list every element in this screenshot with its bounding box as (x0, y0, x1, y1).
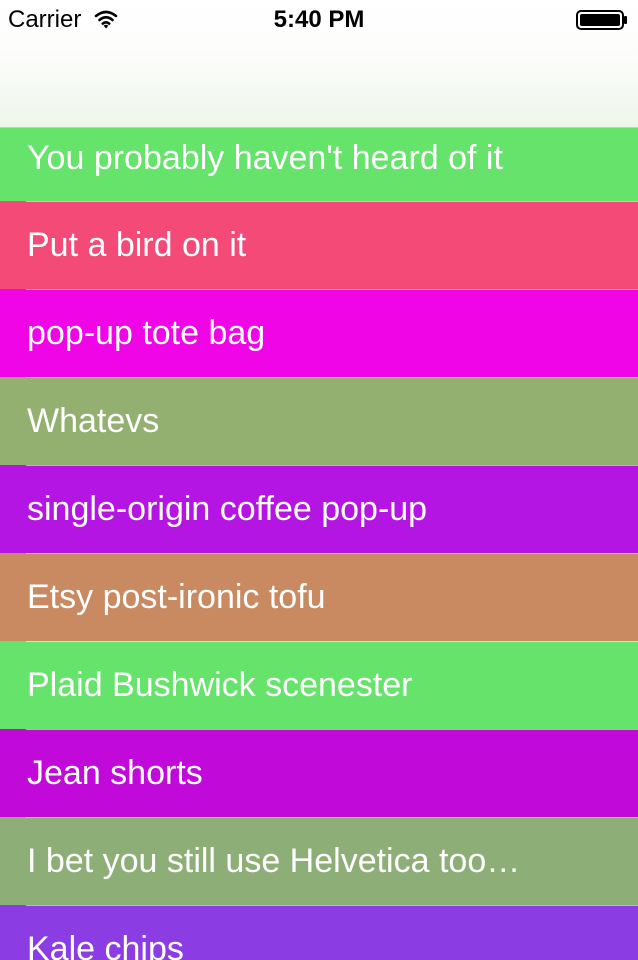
list-item-label: Jean shorts (27, 754, 203, 792)
status-bar: Carrier 5:40 PM (0, 0, 638, 40)
list-item[interactable]: pop-up tote bag (0, 289, 638, 377)
list-item-label: Kale chips (27, 930, 184, 960)
list-item-label: Whatevs (27, 402, 160, 440)
list-item-label: I bet you still use Helvetica too… (27, 842, 521, 880)
list-item-label: single-origin coffee pop-up (27, 490, 428, 528)
list-item[interactable]: Whatevs (0, 377, 638, 465)
table-list[interactable]: You probably haven't heard of it Put a bi… (0, 128, 638, 960)
list-item[interactable]: You probably haven't heard of it (0, 128, 638, 201)
list-item[interactable]: Etsy post-ironic tofu (0, 553, 638, 641)
list-item-label: Etsy post-ironic tofu (27, 578, 326, 616)
battery-icon (576, 10, 627, 30)
list-item[interactable]: Plaid Bushwick scenester (0, 641, 638, 729)
list-item[interactable]: Jean shorts (0, 729, 638, 817)
list-item[interactable]: Kale chips (0, 905, 638, 960)
list-item-label: Plaid Bushwick scenester (27, 666, 413, 704)
list-item-label: pop-up tote bag (27, 314, 266, 352)
list-item-label: You probably haven't heard of it (27, 139, 503, 177)
clock: 5:40 PM (273, 6, 365, 33)
list-item[interactable]: single-origin coffee pop-up (0, 465, 638, 553)
list-item-label: Put a bird on it (27, 226, 247, 264)
screen: Carrier 5:40 PM You probably haven't hea… (0, 0, 638, 960)
list-item[interactable]: I bet you still use Helvetica too… (0, 817, 638, 905)
list-item[interactable]: Put a bird on it (0, 201, 638, 289)
